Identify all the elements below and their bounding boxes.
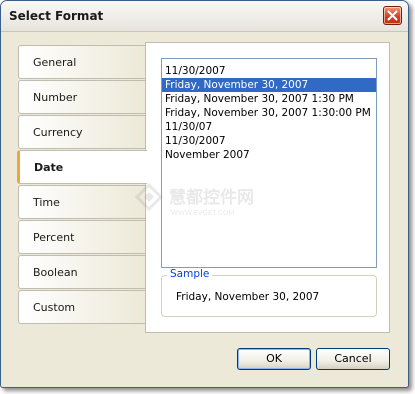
tab-custom[interactable]: Custom <box>18 290 145 324</box>
cancel-button[interactable]: Cancel <box>316 348 390 370</box>
sample-legend: Sample <box>167 268 213 280</box>
tab-percent[interactable]: Percent <box>18 220 145 254</box>
watermark-subtext: WWW.EVGET.COM <box>171 209 234 217</box>
tab-currency[interactable]: Currency <box>18 115 145 149</box>
ok-button[interactable]: OK <box>237 348 311 370</box>
close-icon <box>387 10 398 21</box>
watermark-logo: 慧都控件网 WWW.EVGET.COM <box>134 182 254 217</box>
title-bar[interactable]: Select Format <box>1 1 408 32</box>
dialog-title: Select Format <box>9 9 104 23</box>
watermark-icon <box>134 182 164 212</box>
tab-date[interactable]: Date <box>17 150 147 184</box>
tab-number[interactable]: Number <box>18 80 145 114</box>
tab-general[interactable]: General <box>18 45 145 79</box>
select-format-dialog: Select Format General Number Currency Da… <box>0 0 409 388</box>
tab-time[interactable]: Time <box>18 185 145 219</box>
sample-preview: Friday, November 30, 2007 <box>176 291 320 303</box>
sample-groupbox: Sample Friday, November 30, 2007 <box>161 268 377 317</box>
date-format-list[interactable]: 11/30/2007 Friday, November 30, 2007 Fri… <box>161 58 377 268</box>
tab-boolean[interactable]: Boolean <box>18 255 145 289</box>
watermark-text: 慧都控件网 <box>169 187 254 208</box>
list-item[interactable]: November 2007 <box>162 148 376 162</box>
list-item[interactable]: 11/30/2007 <box>162 64 376 78</box>
list-item[interactable]: 11/30/2007 <box>162 134 376 148</box>
close-button[interactable] <box>383 6 402 25</box>
list-item[interactable]: Friday, November 30, 2007 1:30 PM <box>162 92 376 106</box>
list-item[interactable]: 11/30/07 <box>162 120 376 134</box>
list-item[interactable]: Friday, November 30, 2007 1:30:00 PM <box>162 106 376 120</box>
list-item-selected[interactable]: Friday, November 30, 2007 <box>162 78 376 92</box>
